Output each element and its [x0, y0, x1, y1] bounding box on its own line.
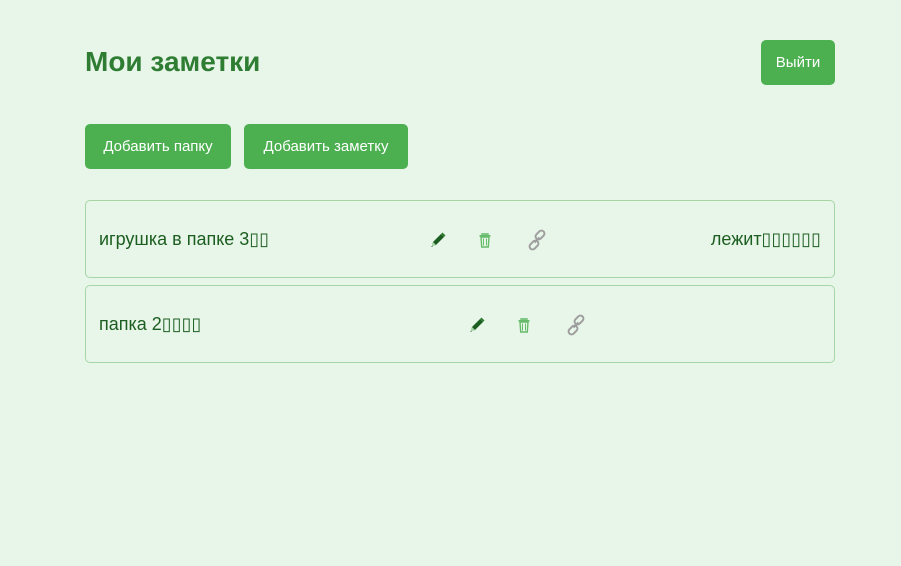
list-item: игрушка в папке 3▯▯ лежит▯▯▯▯▯▯ [85, 200, 835, 278]
link-icon[interactable] [526, 229, 548, 251]
trash-icon[interactable] [513, 314, 535, 336]
item-note: лежит▯▯▯▯▯▯ [710, 229, 821, 249]
item-title[interactable]: папка 2▯▯▯▯ [99, 313, 201, 335]
list-item: папка 2▯▯▯▯ [85, 285, 835, 363]
item-title[interactable]: игрушка в папке 3▯▯ [99, 228, 269, 250]
link-icon[interactable] [565, 314, 587, 336]
pencil-icon[interactable] [466, 314, 488, 336]
add-folder-button[interactable]: Добавить папку [85, 124, 231, 169]
pencil-icon[interactable] [427, 229, 449, 251]
logout-button[interactable]: Выйти [761, 40, 835, 85]
page-title: Мои заметки [85, 46, 261, 77]
add-note-button[interactable]: Добавить заметку [244, 124, 408, 169]
trash-icon[interactable] [474, 229, 496, 251]
